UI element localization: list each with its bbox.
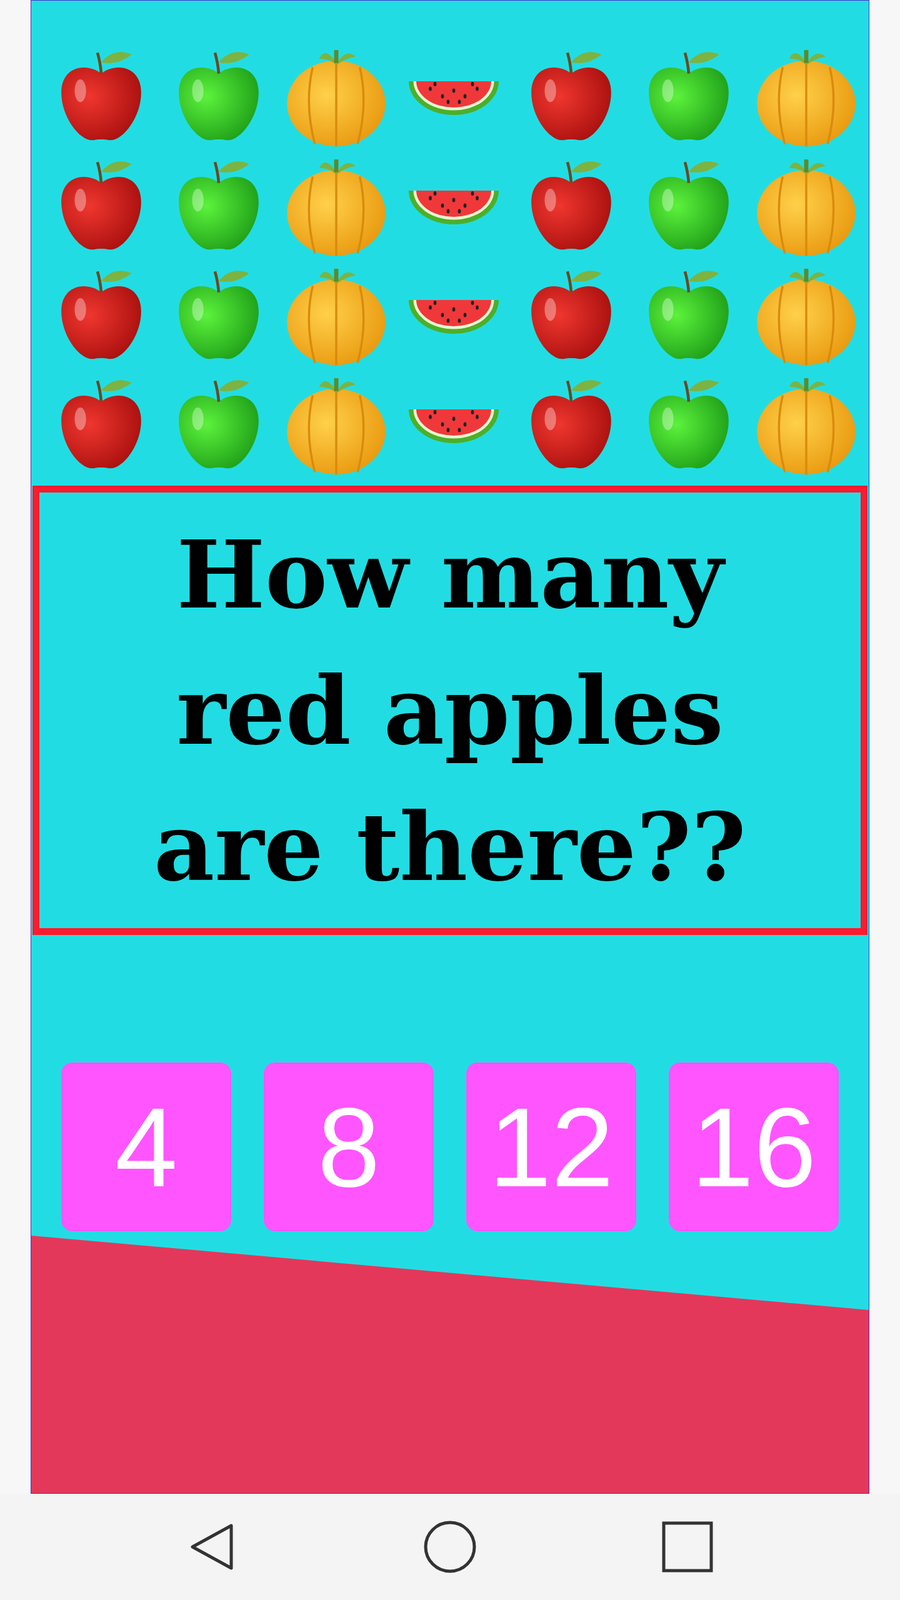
answer-button[interactable]: 4 [61,1062,232,1232]
fruit-cell [42,45,160,145]
green-apple-icon [641,45,737,145]
fruit-cell [747,148,865,260]
fruit-row [42,148,865,259]
fruit-cell [395,71,513,119]
fruit-cell [395,290,513,338]
fruit-cell [512,154,630,255]
fruit-row [42,258,865,368]
answer-button[interactable]: 12 [466,1062,637,1232]
fruit-cell [395,400,513,447]
green-apple-icon [171,263,267,364]
orange-icon [752,367,860,479]
question-line: red apples [176,642,724,779]
fruit-row [42,39,865,149]
back-icon [187,1521,238,1572]
orange-icon [752,148,860,260]
fruit-cell [160,373,278,474]
fruit-cell [747,258,865,370]
fruit-grid [31,0,869,477]
orange-icon [282,367,390,479]
watermelon-icon [406,71,501,119]
orange-icon [282,148,390,260]
answer-button[interactable]: 16 [668,1062,839,1232]
answer-button[interactable]: 8 [263,1062,434,1232]
fruit-cell [277,148,395,260]
fruit-cell [42,373,160,474]
back-button[interactable] [184,1518,241,1575]
fruit-row [42,367,865,477]
fruit-cell [512,45,630,145]
green-apple-icon [171,154,267,255]
question-box: How manyred applesare there?? [32,485,868,935]
fruit-cell [42,154,160,255]
fruit-cell [747,39,865,151]
answer-row: 481216 [61,1062,839,1232]
fruit-cell [42,263,160,364]
green-apple-icon [641,154,737,255]
recents-icon [661,1520,714,1574]
fruit-cell [512,263,630,364]
fruit-cell [160,154,278,255]
fruit-cell [630,263,748,364]
green-apple-icon [641,263,737,364]
orange-icon [282,258,390,370]
red-apple-icon [523,373,619,474]
fruit-cell [512,373,630,474]
green-apple-icon [641,373,737,474]
game-panel: How manyred applesare there?? 481216 [30,0,870,1494]
red-apple-icon [523,263,619,364]
watermelon-icon [406,181,501,229]
orange-icon [282,39,390,151]
fruit-cell [277,39,395,151]
red-apple-icon [53,45,149,145]
question-line: are there?? [153,778,747,915]
red-apple-icon [53,373,149,474]
fruit-cell [747,367,865,479]
fruit-cell [395,181,513,229]
fruit-cell [277,258,395,370]
fruit-cell [630,373,748,474]
watermelon-icon [406,290,501,338]
watermelon-icon [406,400,501,447]
home-icon [423,1520,477,1574]
red-apple-icon [523,45,619,145]
fruit-cell [630,45,748,145]
red-apple-icon [53,154,149,255]
red-apple-icon [523,154,619,255]
recents-button[interactable] [659,1518,716,1575]
fruit-cell [160,263,278,364]
orange-icon [752,39,860,151]
home-button[interactable] [421,1518,479,1575]
nav-bar [0,1493,900,1600]
fruit-cell [630,154,748,255]
green-apple-icon [171,373,267,474]
screen: How manyred applesare there?? 481216 [0,0,900,1600]
green-apple-icon [171,45,267,145]
orange-icon [752,258,860,370]
red-apple-icon [53,263,149,364]
fruit-cell [277,367,395,479]
fruit-cell [160,45,278,145]
question-line: How many [176,506,724,643]
